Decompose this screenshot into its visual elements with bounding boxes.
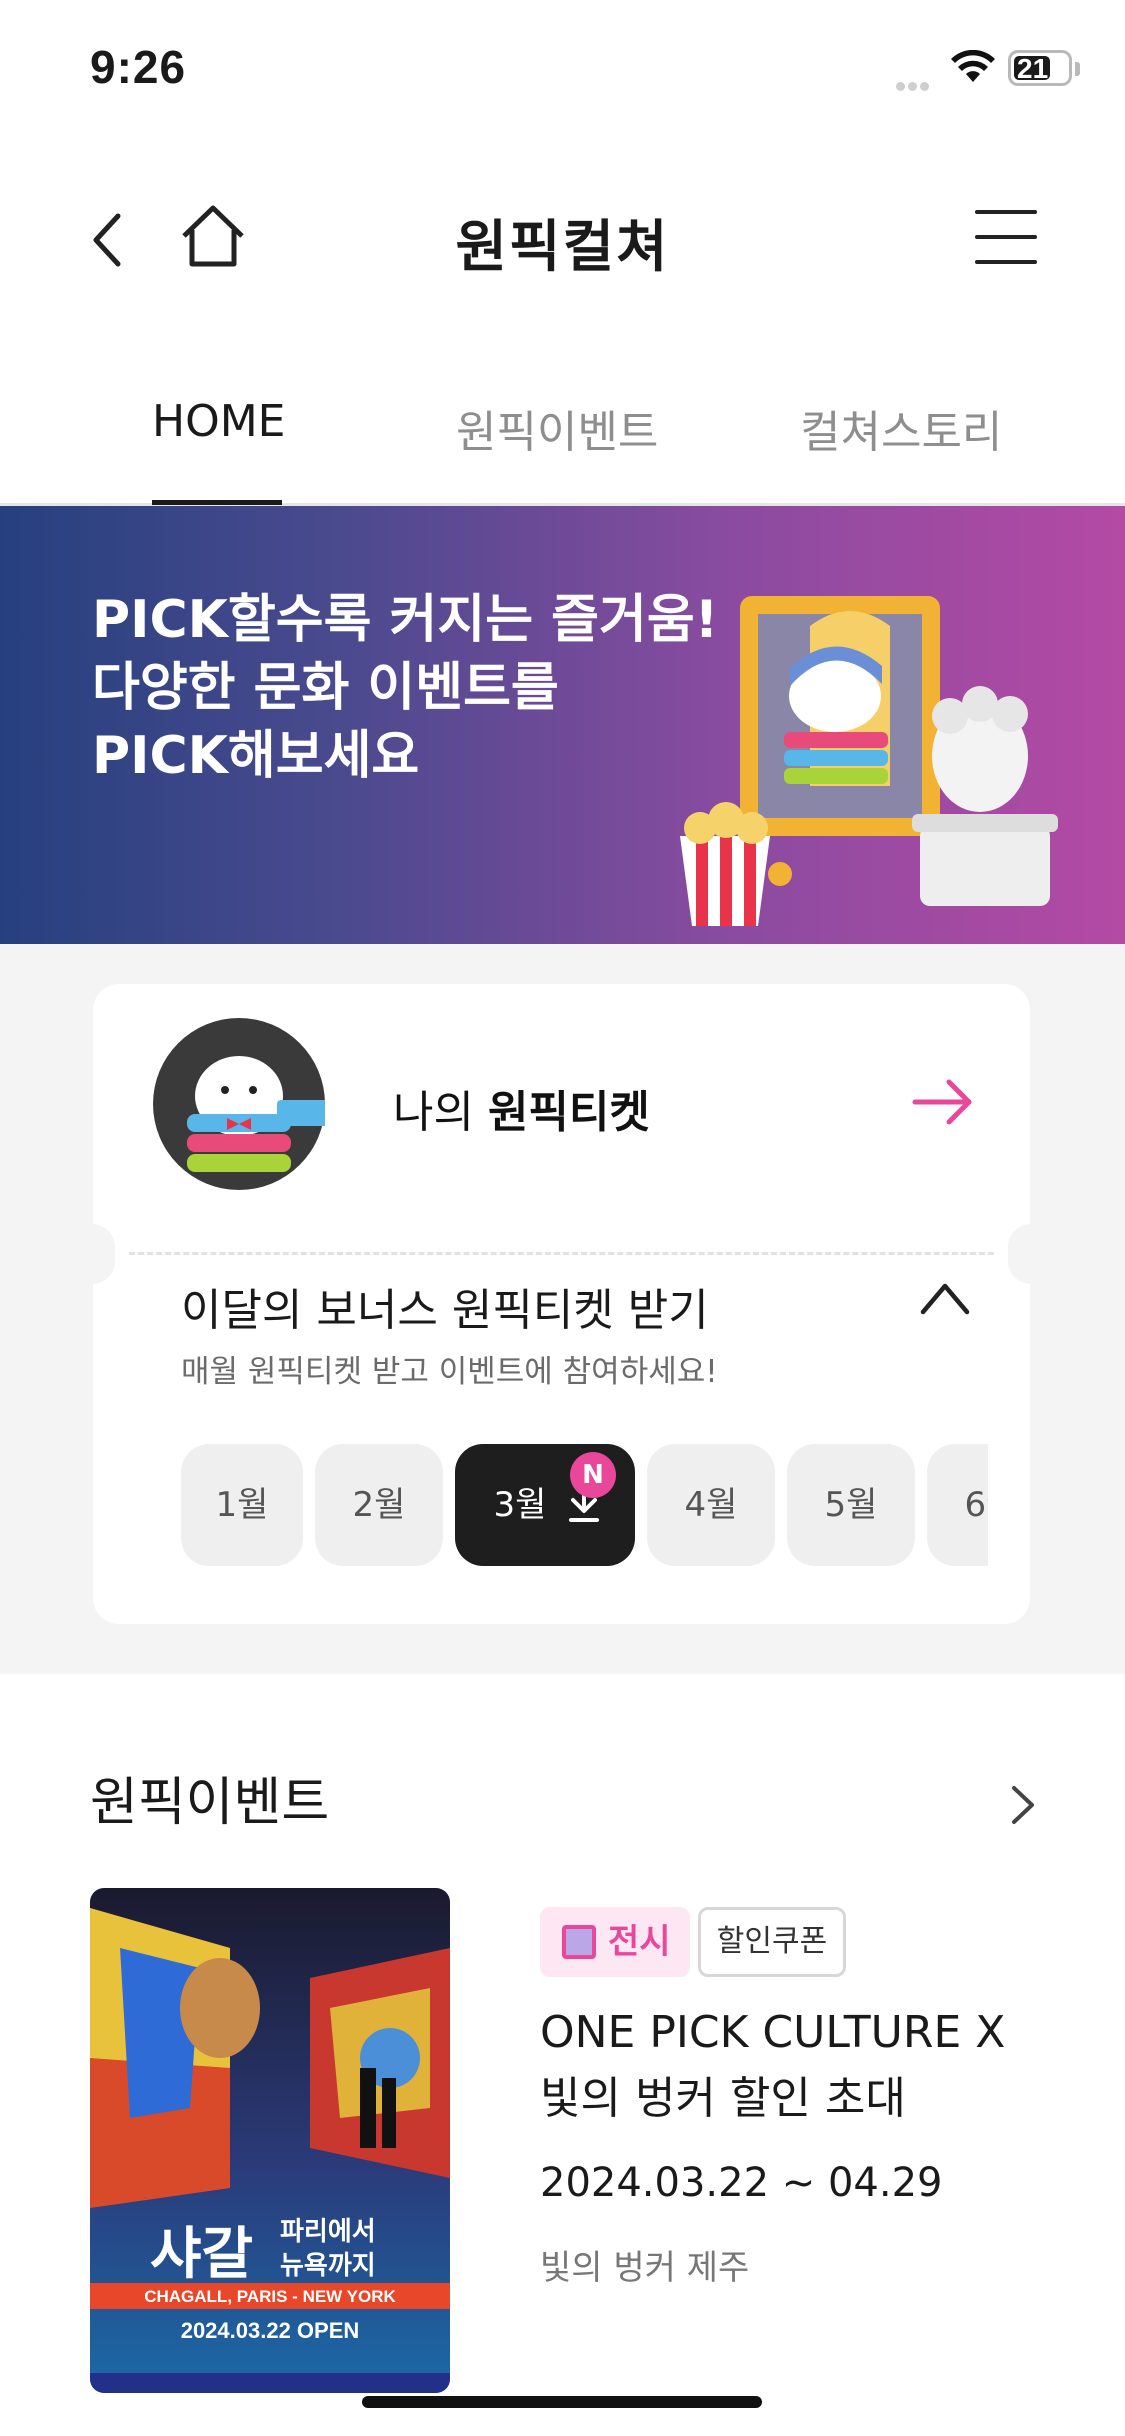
event-poster[interactable]: 샤갈 파리에서 뉴욕까지 CHAGALL, PARIS - NEW YORK 2… bbox=[90, 1888, 450, 2393]
poster-subtitle-2: 뉴욕까지 bbox=[280, 2251, 376, 2281]
chevron-up-icon[interactable] bbox=[919, 1278, 971, 1318]
tab-home[interactable]: HOME bbox=[152, 396, 285, 447]
event-title-line-1: ONE PICK CULTURE X bbox=[540, 2007, 1006, 2058]
poster-title: 샤갈 bbox=[150, 2222, 253, 2287]
exhibition-icon bbox=[562, 1925, 596, 1959]
my-ticket-brand: 원픽티켓 bbox=[487, 1087, 650, 1138]
month-chip-3-label: 3월 bbox=[493, 1485, 547, 1525]
status-bar: 9:26 21 bbox=[0, 0, 1125, 130]
ticket-section: 나의 원픽티켓 이달의 보너스 원픽티켓 받기 매월 원픽티켓 받고 이벤트에 … bbox=[0, 944, 1125, 1674]
events-section-title[interactable]: 원픽이벤트 bbox=[90, 1760, 329, 1835]
banner-line-2: 다양한 문화 이벤트를 bbox=[92, 658, 559, 718]
ticket-notch-left bbox=[69, 1224, 115, 1284]
poster-artwork: 샤갈 파리에서 뉴욕까지 CHAGALL, PARIS - NEW YORK 2… bbox=[90, 1888, 450, 2393]
my-ticket-title-prefix: 나의 bbox=[393, 1087, 488, 1138]
signal-icon bbox=[896, 76, 932, 91]
category-badge: 전시 bbox=[540, 1907, 690, 1977]
event-title-line-2: 빛의 벙커 할인 초대 bbox=[540, 2073, 906, 2124]
poster-english-title: CHAGALL, PARIS - NEW YORK bbox=[144, 2287, 396, 2306]
home-indicator[interactable] bbox=[362, 2396, 762, 2408]
tab-bar: HOME 원픽이벤트 컬쳐스토리 bbox=[0, 360, 1125, 506]
ticket-mascot-avatar bbox=[153, 1018, 325, 1190]
banner-line-3: PICK해보세요 bbox=[92, 726, 420, 786]
new-badge: N bbox=[570, 1452, 616, 1498]
my-ticket-card: 나의 원픽티켓 이달의 보너스 원픽티켓 받기 매월 원픽티켓 받고 이벤트에 … bbox=[69, 984, 1054, 1624]
battery-cap bbox=[1075, 62, 1080, 76]
tab-culture-story[interactable]: 컬쳐스토리 bbox=[800, 396, 1002, 460]
banner-text: PICK할수록 커지는 즐거움! 다양한 문화 이벤트를 PICK해보세요 bbox=[92, 586, 718, 790]
month-chip-1[interactable]: 1월 bbox=[181, 1444, 303, 1566]
poster-open-date: 2024.03.22 OPEN bbox=[181, 2318, 360, 2343]
page-title: 원픽컬쳐 bbox=[455, 215, 670, 280]
battery-level: 21 bbox=[1017, 53, 1049, 84]
ticket-notch-right bbox=[1008, 1224, 1054, 1284]
arrow-right-icon[interactable] bbox=[911, 1076, 975, 1128]
bonus-ticket-title: 이달의 보너스 원픽티켓 받기 bbox=[181, 1285, 709, 1336]
month-chip-2[interactable]: 2월 bbox=[315, 1444, 443, 1566]
month-chip-4[interactable]: 4월 bbox=[647, 1444, 775, 1566]
menu-icon[interactable] bbox=[975, 210, 1041, 264]
month-chip-6[interactable]: 6월 bbox=[927, 1444, 988, 1566]
bonus-ticket-subtitle: 매월 원픽티켓 받고 이벤트에 참여하세요! bbox=[181, 1354, 718, 1390]
top-navbar: 원픽컬쳐 bbox=[0, 190, 1125, 300]
ticket-divider bbox=[129, 1252, 994, 1255]
poster-subtitle-1: 파리에서 bbox=[280, 2217, 376, 2247]
app-screen: 9:26 21 원픽컬쳐 HOME 원픽이벤트 컬쳐스토리 PICK할수록 커지… bbox=[0, 0, 1125, 2436]
category-badge-label: 전시 bbox=[608, 1922, 671, 1962]
coupon-badge: 할인쿠폰 bbox=[698, 1907, 846, 1977]
chevron-right-icon[interactable] bbox=[1008, 1782, 1038, 1828]
event-date: 2024.03.22 ~ 04.29 bbox=[540, 2160, 943, 2206]
wifi-icon bbox=[951, 50, 995, 82]
my-ticket-title[interactable]: 나의 원픽티켓 bbox=[393, 1076, 650, 1140]
active-tab-indicator bbox=[152, 500, 282, 505]
event-venue: 빛의 벙커 제주 bbox=[540, 2248, 750, 2288]
banner-line-1: PICK할수록 커지는 즐거움! bbox=[92, 590, 719, 650]
status-time: 9:26 bbox=[90, 41, 187, 93]
promo-banner[interactable]: PICK할수록 커지는 즐거움! 다양한 문화 이벤트를 PICK해보세요 bbox=[0, 506, 1125, 944]
battery-icon: 21 bbox=[1008, 50, 1072, 86]
banner-illustration bbox=[680, 596, 1058, 926]
month-chip-5[interactable]: 5월 bbox=[787, 1444, 915, 1566]
event-title[interactable]: ONE PICK CULTURE X 빛의 벙커 할인 초대 bbox=[540, 2000, 1060, 2132]
tab-onepick-event[interactable]: 원픽이벤트 bbox=[456, 396, 658, 460]
